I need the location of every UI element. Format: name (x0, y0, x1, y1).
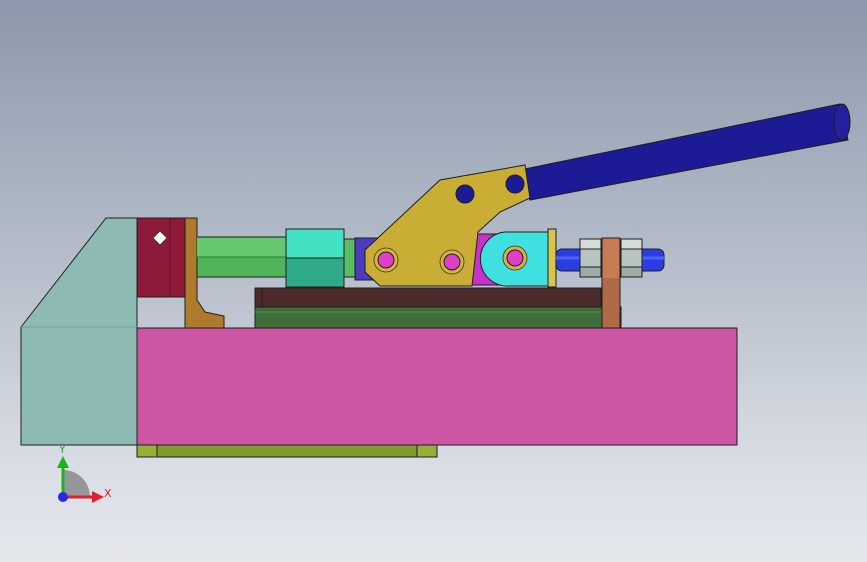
x-axis-label: X (104, 487, 112, 500)
y-axis-label: Y (58, 443, 66, 456)
hex-nut[interactable] (285, 228, 345, 288)
lever-pin-top-right (505, 174, 525, 194)
mount-rail[interactable] (254, 306, 622, 329)
screw-support[interactable] (601, 237, 621, 329)
mount-plate[interactable] (254, 287, 602, 308)
pivot-pin-2 (439, 249, 465, 275)
spindle-rod[interactable] (196, 236, 288, 278)
z-axis-dot (58, 492, 68, 502)
cad-viewport[interactable]: Y X (0, 0, 867, 562)
base-block[interactable] (136, 327, 738, 446)
pivot-pin-1 (373, 247, 399, 273)
handle-grip[interactable] (519, 103, 851, 201)
pivot-pin-3 (502, 245, 528, 271)
jam-nut-left[interactable] (579, 238, 602, 278)
jam-nut-right[interactable] (620, 238, 643, 278)
end-block[interactable] (20, 217, 138, 446)
toggle-clamp-assembly[interactable]: Y X (0, 0, 867, 562)
lever-pin-top-left (455, 184, 475, 204)
stop-block[interactable] (136, 217, 186, 298)
axis-triad: Y X (57, 443, 112, 503)
